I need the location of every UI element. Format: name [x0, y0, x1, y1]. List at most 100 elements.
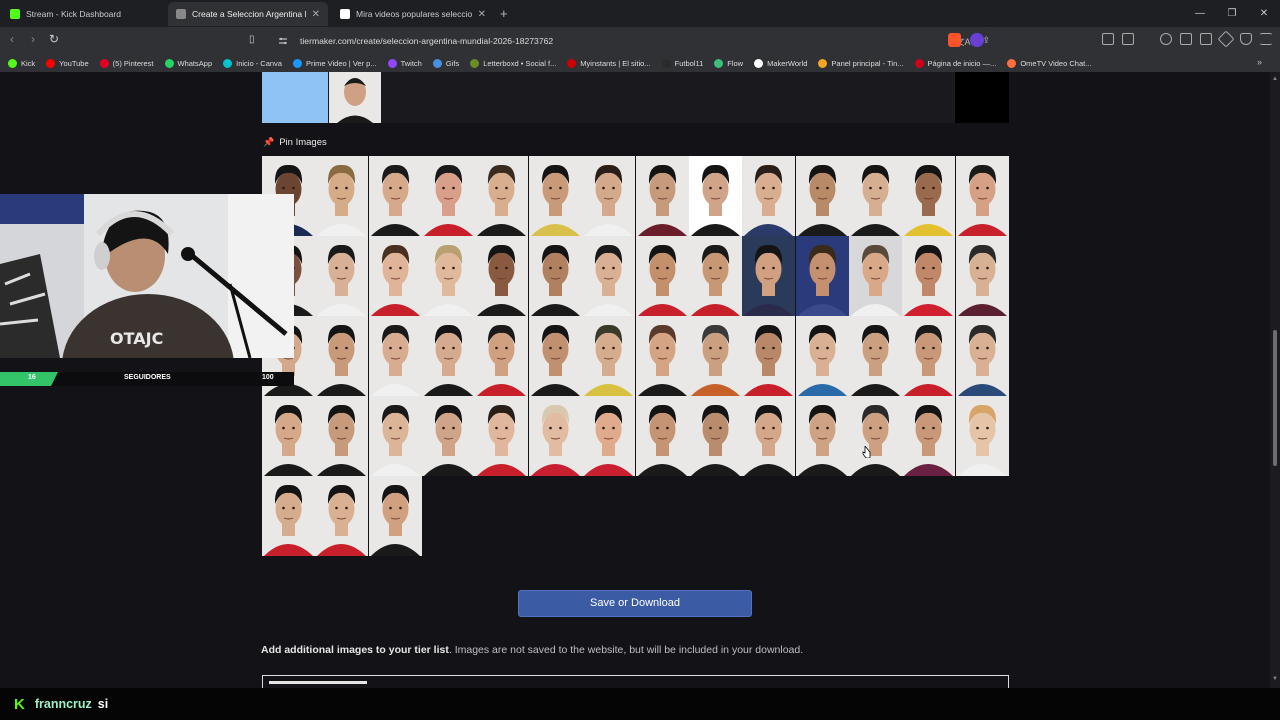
bookmark-item[interactable]: WhatsApp	[164, 58, 212, 68]
close-tab-icon[interactable]: ✕	[478, 9, 486, 20]
page-scrollbar[interactable]: ▲ ▼	[1270, 72, 1280, 688]
player-image[interactable]	[528, 316, 582, 396]
player-image[interactable]	[635, 156, 689, 236]
bookmark-item[interactable]: Kick	[8, 58, 35, 68]
player-image[interactable]	[422, 316, 476, 396]
leo-ai-icon[interactable]	[1217, 30, 1235, 48]
player-image[interactable]	[635, 316, 689, 396]
tab-tiktok[interactable]: Mira videos populares seleccionados ✕	[332, 2, 494, 26]
back-icon[interactable]: ‹	[10, 32, 14, 46]
bookmark-item[interactable]: Página de inicio —...	[914, 58, 996, 68]
bookmark-item[interactable]: Futbol11	[661, 58, 703, 68]
extension-icon[interactable]	[1102, 33, 1114, 45]
player-image[interactable]	[262, 396, 315, 476]
player-image[interactable]	[742, 156, 796, 236]
bookmark-item[interactable]: Flow	[714, 58, 743, 68]
pin-images-header[interactable]: 📌 Pin Images	[263, 137, 327, 148]
player-image[interactable]	[315, 396, 369, 476]
player-image[interactable]	[795, 396, 849, 476]
player-image[interactable]	[368, 236, 422, 316]
bookmark-item[interactable]: YouTube	[46, 58, 89, 68]
media-icon[interactable]	[1160, 33, 1172, 45]
scroll-up-icon[interactable]: ▲	[1272, 76, 1278, 82]
player-image[interactable]	[368, 396, 422, 476]
player-image[interactable]	[582, 156, 636, 236]
player-image[interactable]	[422, 156, 476, 236]
player-image[interactable]	[368, 476, 422, 556]
scrollbar-thumb[interactable]	[1273, 330, 1277, 466]
screenshot-icon[interactable]	[1122, 33, 1134, 45]
player-image[interactable]	[475, 316, 529, 396]
tier-settings-area[interactable]	[955, 72, 1009, 123]
save-or-download-button[interactable]: Save or Download	[518, 590, 752, 617]
bookmark-item[interactable]: Myinstants | El sitio...	[567, 58, 651, 68]
player-image[interactable]	[742, 236, 796, 316]
bookmark-item[interactable]: Twitch	[387, 58, 422, 68]
bookmark-item[interactable]: Prime Video | Ver p...	[292, 58, 377, 68]
player-image[interactable]	[742, 396, 796, 476]
tab-tiermaker[interactable]: Create a Seleccion Argentina Mu ✕	[168, 2, 328, 26]
bookmark-item[interactable]: Letterboxd • Social f...	[470, 58, 556, 68]
close-tab-icon[interactable]: ✕	[312, 9, 320, 20]
brave-rewards-icon[interactable]	[970, 33, 984, 47]
player-image[interactable]	[955, 316, 1009, 396]
player-image[interactable]	[688, 316, 742, 396]
player-image[interactable]	[902, 396, 956, 476]
sidebar-icon[interactable]	[1180, 33, 1192, 45]
new-tab-button[interactable]: +	[500, 6, 508, 21]
forward-icon[interactable]: ›	[31, 32, 35, 46]
player-image[interactable]	[742, 316, 796, 396]
bookmark-item[interactable]: OmeTV Video Chat...	[1007, 58, 1091, 68]
player-image[interactable]	[528, 156, 582, 236]
player-image[interactable]	[528, 236, 582, 316]
player-image[interactable]	[262, 476, 315, 556]
bookmark-item[interactable]: Panel principal - Tin...	[818, 58, 904, 68]
player-image[interactable]	[848, 236, 902, 316]
menu-icon[interactable]	[1260, 33, 1272, 45]
bookmark-item[interactable]: MakerWorld	[754, 58, 807, 68]
player-image[interactable]	[315, 156, 369, 236]
player-image[interactable]	[795, 156, 849, 236]
bookmark-item[interactable]: (5) Pinterest	[99, 58, 154, 68]
player-image[interactable]	[475, 396, 529, 476]
player-image[interactable]	[635, 396, 689, 476]
player-image[interactable]	[582, 316, 636, 396]
player-image[interactable]	[315, 476, 369, 556]
reload-icon[interactable]: ↻	[49, 32, 59, 46]
player-image[interactable]	[368, 156, 422, 236]
bookmark-star-icon[interactable]: ▯	[249, 34, 255, 45]
upload-area[interactable]	[262, 675, 1009, 688]
player-image[interactable]	[315, 236, 369, 316]
player-image[interactable]	[315, 316, 369, 396]
player-image[interactable]	[955, 396, 1009, 476]
player-image[interactable]	[848, 316, 902, 396]
player-image[interactable]	[902, 156, 956, 236]
tier-label[interactable]	[262, 72, 328, 123]
player-image[interactable]	[795, 236, 849, 316]
player-image[interactable]	[635, 236, 689, 316]
restore-icon[interactable]: ❐	[1216, 0, 1248, 27]
file-input[interactable]	[269, 681, 367, 684]
player-image[interactable]	[475, 236, 529, 316]
player-image[interactable]	[902, 236, 956, 316]
tab-kick-dashboard[interactable]: Stream - Kick Dashboard	[2, 2, 166, 26]
player-image[interactable]	[955, 156, 1009, 236]
player-image[interactable]	[688, 396, 742, 476]
player-image[interactable]	[582, 236, 636, 316]
site-info-icon[interactable]	[278, 36, 288, 46]
player-image[interactable]	[848, 396, 902, 476]
player-image[interactable]	[688, 156, 742, 236]
player-image[interactable]	[475, 156, 529, 236]
bookmark-item[interactable]: Gifs	[432, 58, 459, 68]
player-image[interactable]	[848, 156, 902, 236]
player-image[interactable]	[688, 236, 742, 316]
player-image[interactable]	[368, 316, 422, 396]
bookmark-item[interactable]: Inicio - Canva	[223, 58, 282, 68]
player-image[interactable]	[528, 396, 582, 476]
player-image[interactable]	[902, 316, 956, 396]
player-image[interactable]	[422, 236, 476, 316]
scroll-down-icon[interactable]: ▼	[1272, 676, 1278, 682]
player-image[interactable]	[422, 396, 476, 476]
close-window-icon[interactable]: ✕	[1248, 0, 1280, 27]
player-image[interactable]	[329, 72, 381, 123]
